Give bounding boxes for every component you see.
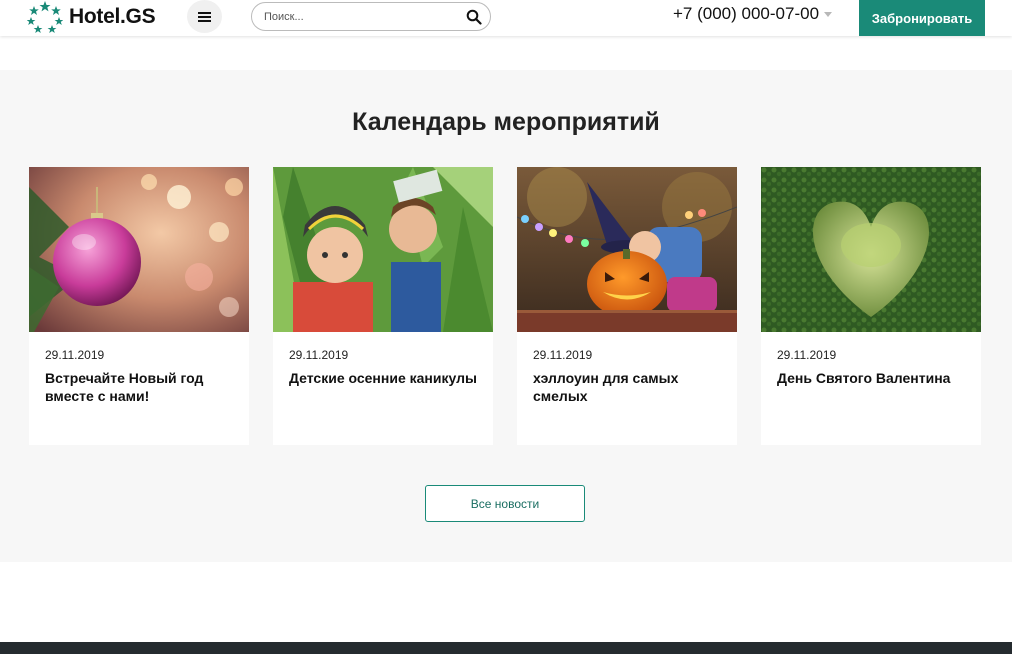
event-card[interactable]: 29.11.2019 хэллоуин для самых смелых <box>517 167 737 445</box>
logo[interactable]: Hotel.GS <box>27 0 156 34</box>
site-header: Hotel.GS +7 (000) 000-07-00 Забронироват… <box>0 0 1012 36</box>
event-image-kids-in-corn <box>273 167 493 332</box>
event-date: 29.11.2019 <box>289 348 349 362</box>
menu-button[interactable] <box>187 0 222 33</box>
logo-stars-icon <box>27 1 63 33</box>
event-card[interactable]: 29.11.2019 Встречайте Новый год вместе с… <box>29 167 249 445</box>
event-card[interactable]: 29.11.2019 День Святого Валентина <box>761 167 981 445</box>
search-icon[interactable] <box>466 9 482 25</box>
events-section: Календарь мероприятий 29.11.2019 Встреча… <box>0 70 1012 562</box>
logo-text: Hotel.GS <box>69 5 156 28</box>
event-image-halloween-pumpkin <box>517 167 737 332</box>
event-title[interactable]: День Святого Валентина <box>777 369 965 387</box>
search-box <box>251 2 491 31</box>
event-image-christmas-ornament <box>29 167 249 332</box>
event-title[interactable]: Детские осенние каникулы <box>289 369 477 387</box>
section-title: Календарь мероприятий <box>352 108 660 136</box>
chevron-down-icon <box>824 11 833 17</box>
event-image-heart-hedge <box>761 167 981 332</box>
all-news-button[interactable]: Все новости <box>425 485 585 522</box>
event-title[interactable]: хэллоуин для самых смелых <box>533 369 721 405</box>
event-title[interactable]: Встречайте Новый год вместе с нами! <box>45 369 233 405</box>
event-cards: 29.11.2019 Встречайте Новый год вместе с… <box>29 167 981 445</box>
footer <box>0 642 1012 654</box>
phone-selector[interactable]: +7 (000) 000-07-00 <box>673 4 833 24</box>
book-button[interactable]: Забронировать <box>859 0 985 36</box>
event-date: 29.11.2019 <box>777 348 837 362</box>
event-date: 29.11.2019 <box>533 348 593 362</box>
search-input[interactable] <box>264 8 454 26</box>
event-card[interactable]: 29.11.2019 Детские осенние каникулы <box>273 167 493 445</box>
phone-number: +7 (000) 000-07-00 <box>673 4 820 23</box>
event-date: 29.11.2019 <box>45 348 105 362</box>
hamburger-icon <box>198 11 211 22</box>
